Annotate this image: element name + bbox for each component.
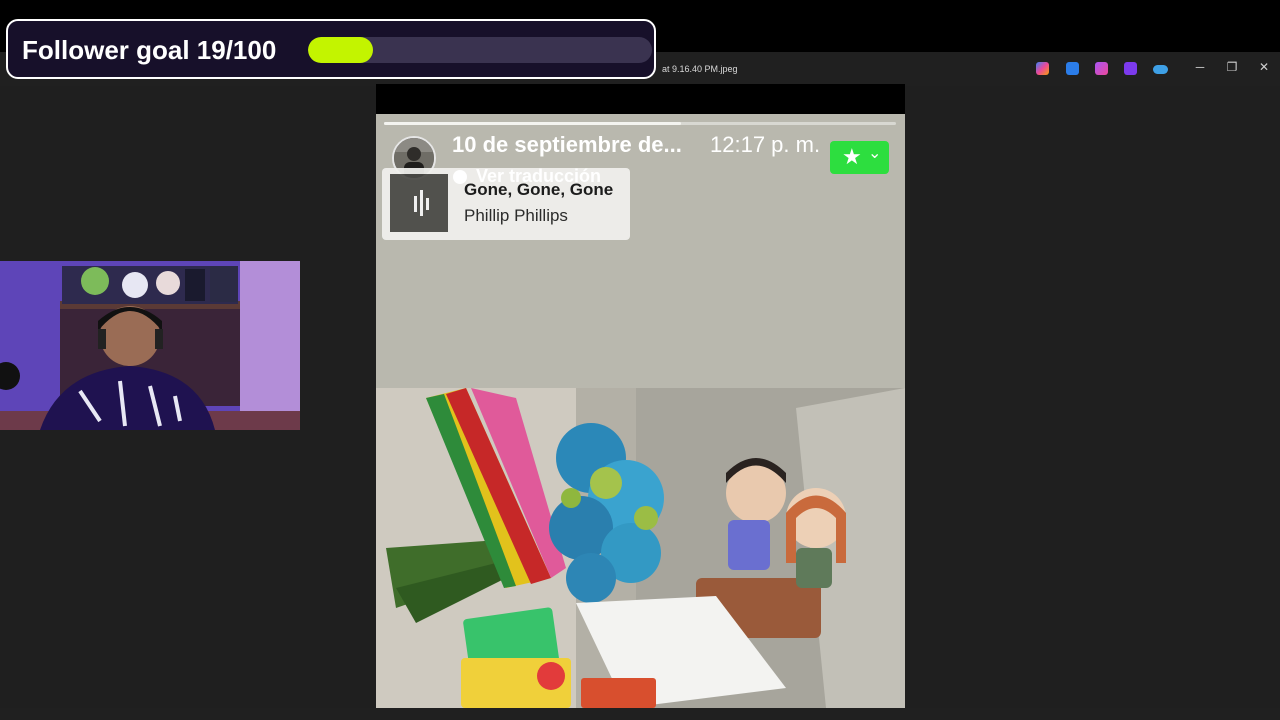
see-translation-label: Ver traducción (476, 166, 602, 186)
streamer-webcam (0, 261, 300, 430)
bottom-bar (0, 708, 1280, 720)
follower-goal-widget: Follower goal 19/100 (6, 19, 656, 79)
see-translation-link[interactable]: Ver traducción (454, 166, 601, 187)
story-screenshot: 10 de septiembre de... 12:17 p. m. ★ ⌄ G… (376, 114, 905, 388)
follower-goal-label: Follower goal 19/100 (22, 35, 277, 65)
webcam-feed-image (0, 261, 300, 430)
copilot-icon[interactable] (1036, 62, 1049, 75)
bouquet-photo-image (376, 388, 905, 708)
onedrive-icon[interactable] (1153, 65, 1168, 74)
window-title: at 9.16.40 PM.jpeg (662, 64, 738, 74)
album-thumbnail (390, 174, 448, 232)
favorite-star-button[interactable]: ★ ⌄ (830, 141, 889, 174)
story-progress-fill (384, 122, 681, 125)
designer-icon[interactable] (1095, 62, 1108, 75)
minimize-button[interactable]: ─ (1192, 60, 1208, 74)
story-progress-bar (384, 122, 896, 125)
story-photo (376, 388, 905, 708)
follower-goal-fill (308, 37, 374, 63)
photos-edit-icon[interactable] (1066, 62, 1079, 75)
viewer-top-band (376, 84, 905, 114)
star-icon: ★ (842, 144, 862, 169)
audio-wave-icon (390, 174, 448, 232)
close-button[interactable]: ✕ (1256, 60, 1272, 74)
song-artist: Phillip Phillips (464, 206, 568, 225)
restore-button[interactable]: ❐ (1224, 60, 1240, 74)
follower-goal-track (308, 37, 652, 63)
story-time: 12:17 p. m. (710, 132, 821, 157)
chevron-down-icon: ⌄ (868, 145, 882, 162)
story-date: 10 de septiembre de... (452, 132, 682, 157)
clipchamp-icon[interactable] (1124, 62, 1137, 75)
